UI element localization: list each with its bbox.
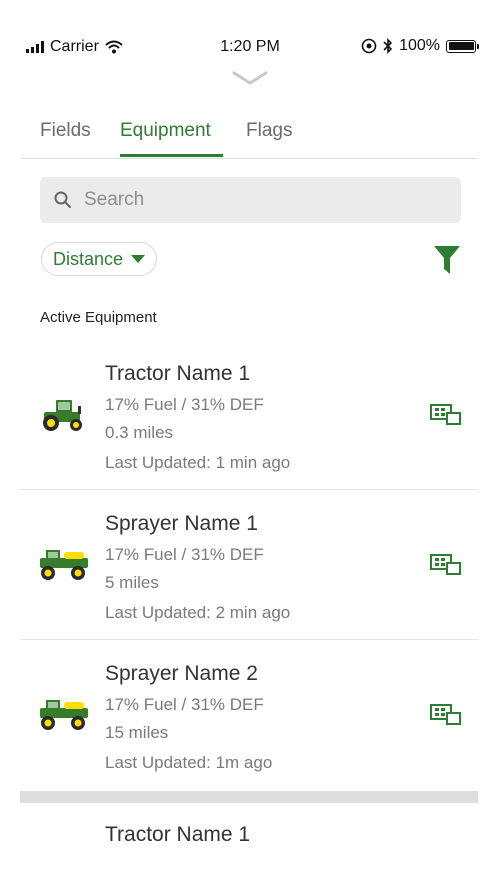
- section-title: Active Equipment: [40, 309, 157, 326]
- fuel-status: 17% Fuel / 31% DEF: [105, 395, 264, 414]
- last-updated: Last Updated: 1m ago: [105, 753, 273, 772]
- filter-icon[interactable]: [433, 245, 461, 275]
- status-bar: Carrier 1:20 PM 100%: [0, 0, 500, 62]
- equipment-row[interactable]: Sprayer Name 1 17% Fuel / 31% DEF 5 mile…: [20, 490, 478, 640]
- display-device-icon: [430, 404, 461, 425]
- sort-dropdown[interactable]: Distance: [41, 242, 158, 276]
- equipment-name: Tractor Name 1: [105, 362, 251, 385]
- tab-equipment[interactable]: Equipment: [120, 120, 211, 142]
- search-icon: [54, 191, 72, 209]
- sprayer-icon: [40, 550, 88, 580]
- sort-label: Distance: [53, 248, 124, 269]
- distance: 0.3 miles: [105, 423, 174, 442]
- caret-down-icon: [131, 255, 146, 263]
- status-right: 100%: [361, 37, 479, 55]
- tractor-icon: [43, 400, 82, 431]
- search-input[interactable]: [82, 188, 426, 212]
- distance: 5 miles: [105, 573, 159, 592]
- equipment-name: Sprayer Name 2: [105, 662, 258, 685]
- bluetooth-icon: [383, 38, 393, 54]
- last-updated: Last Updated: 1 min ago: [105, 453, 291, 472]
- tab-flags[interactable]: Flags: [246, 120, 292, 142]
- equipment-row[interactable]: Tractor Name 1 17% Fuel / 31% DEF 0.3 mi…: [20, 340, 478, 490]
- section-divider: [20, 791, 478, 803]
- tab-bar: Fields Equipment Flags: [20, 108, 478, 159]
- equipment-row[interactable]: Sprayer Name 2 17% Fuel / 31% DEF 15 mil…: [20, 640, 478, 790]
- location-lock-icon: [361, 38, 377, 54]
- fuel-status: 17% Fuel / 31% DEF: [105, 695, 264, 714]
- last-updated: Last Updated: 2 min ago: [105, 603, 291, 622]
- battery-percent: 100%: [399, 37, 440, 54]
- tab-fields[interactable]: Fields: [40, 120, 91, 142]
- fuel-status: 17% Fuel / 31% DEF: [105, 545, 264, 564]
- distance: 15 miles: [105, 723, 169, 742]
- search-bar[interactable]: [40, 177, 461, 223]
- chevron-down-icon[interactable]: [232, 70, 268, 86]
- active-tab-indicator: [120, 154, 223, 157]
- display-device-icon: [430, 704, 461, 725]
- display-device-icon: [430, 554, 461, 575]
- battery-icon: [446, 39, 479, 53]
- equipment-name: Sprayer Name 1: [105, 512, 258, 535]
- equipment-name[interactable]: Tractor Name 1: [105, 823, 250, 847]
- sprayer-icon: [40, 700, 88, 730]
